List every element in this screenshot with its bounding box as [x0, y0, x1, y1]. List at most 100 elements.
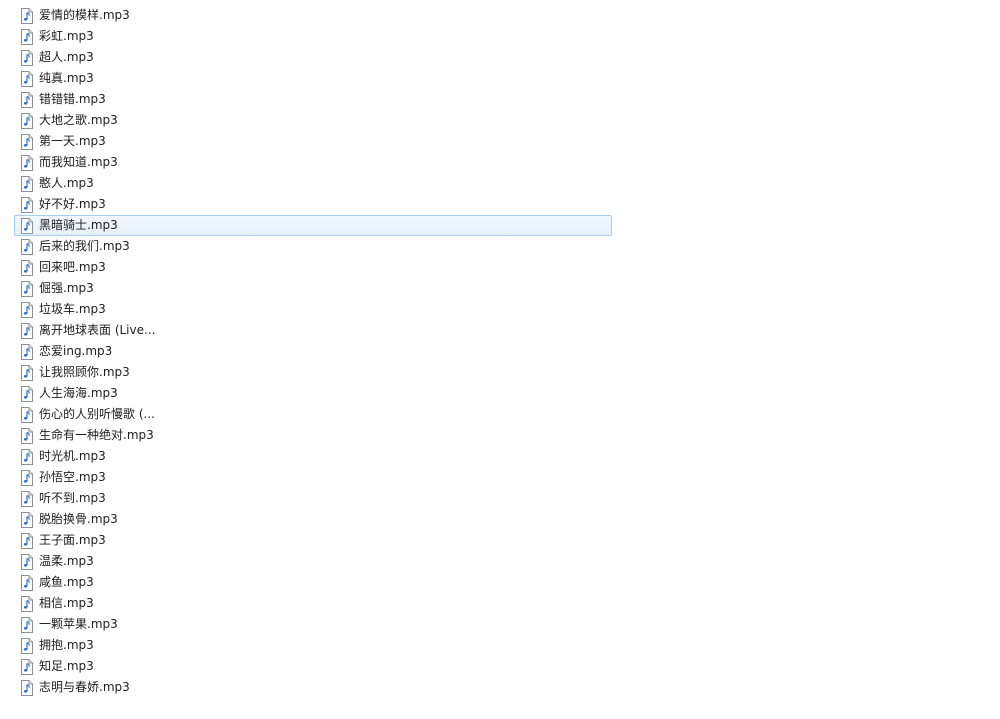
audio-file-icon [21, 217, 33, 234]
file-name-label: 第一天.mp3 [39, 134, 106, 148]
file-name-label: 纯真.mp3 [39, 71, 94, 85]
file-name-label: 垃圾车.mp3 [39, 302, 106, 316]
audio-file-icon [21, 658, 33, 675]
file-list-item[interactable]: 生命有一种绝对.mp3 [14, 425, 612, 446]
file-list-item[interactable]: 错错错.mp3 [14, 89, 612, 110]
file-list-item[interactable]: 相信.mp3 [14, 593, 612, 614]
file-name-label: 志明与春娇.mp3 [39, 680, 130, 694]
file-name-label: 让我照顾你.mp3 [39, 365, 130, 379]
audio-file-icon [21, 343, 33, 360]
file-name-label: 知足.mp3 [39, 659, 94, 673]
audio-file-icon [21, 679, 33, 696]
audio-file-icon [21, 49, 33, 66]
audio-file-icon [21, 28, 33, 45]
file-name-label: 孙悟空.mp3 [39, 470, 106, 484]
file-list-item[interactable]: 好不好.mp3 [14, 194, 612, 215]
audio-file-icon [21, 196, 33, 213]
file-list-item[interactable]: 后来的我们.mp3 [14, 236, 612, 257]
file-name-label: 黑暗骑士.mp3 [39, 218, 118, 232]
audio-file-icon [21, 322, 33, 339]
file-name-label: 温柔.mp3 [39, 554, 94, 568]
file-name-label: 彩虹.mp3 [39, 29, 94, 43]
audio-file-icon [21, 406, 33, 423]
audio-file-icon [21, 91, 33, 108]
file-name-label: 恋爱ing.mp3 [39, 344, 113, 358]
file-list-item[interactable]: 爱情的模样.mp3 [14, 5, 612, 26]
file-list-item[interactable]: 离开地球表面 (Live... [14, 320, 612, 341]
file-list-item[interactable]: 倔强.mp3 [14, 278, 612, 299]
audio-file-icon [21, 112, 33, 129]
audio-file-icon [21, 532, 33, 549]
audio-file-icon [21, 259, 33, 276]
file-name-label: 相信.mp3 [39, 596, 94, 610]
file-name-label: 憨人.mp3 [39, 176, 94, 190]
file-name-label: 好不好.mp3 [39, 197, 106, 211]
file-name-label: 错错错.mp3 [39, 92, 106, 106]
file-name-label: 大地之歌.mp3 [39, 113, 118, 127]
audio-file-icon [21, 511, 33, 528]
audio-file-icon [21, 637, 33, 654]
audio-file-icon [21, 301, 33, 318]
file-list-item[interactable]: 恋爱ing.mp3 [14, 341, 612, 362]
file-name-label: 听不到.mp3 [39, 491, 106, 505]
audio-file-icon [21, 490, 33, 507]
file-name-label: 离开地球表面 (Live... [39, 323, 156, 337]
file-list-item[interactable]: 温柔.mp3 [14, 551, 612, 572]
file-name-label: 脱胎换骨.mp3 [39, 512, 118, 526]
audio-file-icon [21, 175, 33, 192]
file-list-item[interactable]: 知足.mp3 [14, 656, 612, 677]
file-name-label: 生命有一种绝对.mp3 [39, 428, 154, 442]
file-name-label: 时光机.mp3 [39, 449, 106, 463]
file-list-item[interactable]: 回来吧.mp3 [14, 257, 612, 278]
file-name-label: 王子面.mp3 [39, 533, 106, 547]
audio-file-icon [21, 595, 33, 612]
file-list-item[interactable]: 脱胎换骨.mp3 [14, 509, 612, 530]
file-name-label: 咸鱼.mp3 [39, 575, 94, 589]
audio-file-icon [21, 574, 33, 591]
file-list-item[interactable]: 超人.mp3 [14, 47, 612, 68]
file-name-label: 而我知道.mp3 [39, 155, 118, 169]
file-name-label: 倔强.mp3 [39, 281, 94, 295]
audio-file-icon [21, 133, 33, 150]
audio-file-icon [21, 280, 33, 297]
audio-file-icon [21, 616, 33, 633]
audio-file-icon [21, 70, 33, 87]
file-list-item[interactable]: 彩虹.mp3 [14, 26, 612, 47]
audio-file-icon [21, 154, 33, 171]
file-name-label: 拥抱.mp3 [39, 638, 94, 652]
file-name-label: 一颗苹果.mp3 [39, 617, 118, 631]
audio-file-icon [21, 385, 33, 402]
file-list-item[interactable]: 让我照顾你.mp3 [14, 362, 612, 383]
file-list-item[interactable]: 伤心的人别听慢歌 (... [14, 404, 612, 425]
file-list-item[interactable]: 第一天.mp3 [14, 131, 612, 152]
file-name-label: 爱情的模样.mp3 [39, 8, 130, 22]
audio-file-icon [21, 7, 33, 24]
audio-file-icon [21, 238, 33, 255]
audio-file-icon [21, 427, 33, 444]
file-list-item[interactable]: 一颗苹果.mp3 [14, 614, 612, 635]
file-list-item[interactable]: 垃圾车.mp3 [14, 299, 612, 320]
file-list: 爱情的模样.mp3 彩虹.mp3 超人.mp3 纯真.mp3 错错错.mp3 大地之歌.m… [14, 5, 612, 698]
file-name-label: 超人.mp3 [39, 50, 94, 64]
audio-file-icon [21, 364, 33, 381]
file-list-item[interactable]: 咸鱼.mp3 [14, 572, 612, 593]
file-list-item[interactable]: 拥抱.mp3 [14, 635, 612, 656]
file-list-item[interactable]: 黑暗骑士.mp3 [14, 215, 612, 236]
file-list-item[interactable]: 听不到.mp3 [14, 488, 612, 509]
audio-file-icon [21, 448, 33, 465]
file-list-item[interactable]: 大地之歌.mp3 [14, 110, 612, 131]
file-list-item[interactable]: 纯真.mp3 [14, 68, 612, 89]
file-list-item[interactable]: 而我知道.mp3 [14, 152, 612, 173]
file-list-item[interactable]: 志明与春娇.mp3 [14, 677, 612, 698]
file-name-label: 人生海海.mp3 [39, 386, 118, 400]
file-list-item[interactable]: 王子面.mp3 [14, 530, 612, 551]
file-list-item[interactable]: 憨人.mp3 [14, 173, 612, 194]
audio-file-icon [21, 553, 33, 570]
file-name-label: 回来吧.mp3 [39, 260, 106, 274]
file-name-label: 伤心的人别听慢歌 (... [39, 407, 155, 421]
file-name-label: 后来的我们.mp3 [39, 239, 130, 253]
file-list-item[interactable]: 时光机.mp3 [14, 446, 612, 467]
file-list-item[interactable]: 孙悟空.mp3 [14, 467, 612, 488]
audio-file-icon [21, 469, 33, 486]
file-list-item[interactable]: 人生海海.mp3 [14, 383, 612, 404]
